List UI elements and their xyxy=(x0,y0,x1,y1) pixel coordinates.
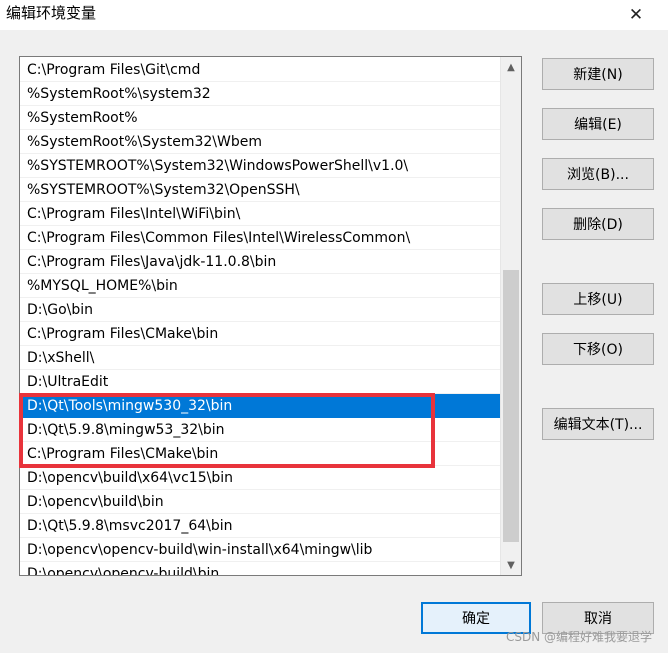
close-button[interactable]: ✕ xyxy=(618,0,654,30)
path-list-item[interactable]: %SYSTEMROOT%\System32\OpenSSH\ xyxy=(20,178,500,202)
path-list-item[interactable]: C:\Program Files\CMake\bin xyxy=(20,322,500,346)
edit-button[interactable]: 编辑(E) xyxy=(542,108,654,140)
path-list-item[interactable]: D:\xShell\ xyxy=(20,346,500,370)
path-list-item[interactable]: D:\Qt\Tools\mingw530_32\bin xyxy=(20,394,500,418)
path-list-item[interactable]: %MYSQL_HOME%\bin xyxy=(20,274,500,298)
scroll-down-icon[interactable]: ▼ xyxy=(501,555,521,575)
path-list-item[interactable]: C:\Program Files\CMake\bin xyxy=(20,442,500,466)
path-list-item[interactable]: C:\Program Files\Intel\WiFi\bin\ xyxy=(20,202,500,226)
path-list-item[interactable]: C:\Program Files\Java\jdk-11.0.8\bin xyxy=(20,250,500,274)
path-list-item[interactable]: D:\Qt\5.9.8\mingw53_32\bin xyxy=(20,418,500,442)
move-up-button[interactable]: 上移(U) xyxy=(542,283,654,315)
path-list-item[interactable]: D:\opencv\opencv-build\bin xyxy=(20,562,500,575)
browse-button[interactable]: 浏览(B)... xyxy=(542,158,654,190)
path-list[interactable]: C:\Program Files\Git\cmd %SystemRoot%\sys… xyxy=(19,56,522,576)
watermark: CSDN @编程好难我要退学 xyxy=(505,630,652,644)
move-down-button[interactable]: 下移(O) xyxy=(542,333,654,365)
scroll-up-icon[interactable]: ▲ xyxy=(501,57,521,77)
path-list-item[interactable]: D:\UltraEdit xyxy=(20,370,500,394)
path-list-item[interactable]: C:\Program Files\Common Files\Intel\Wire… xyxy=(20,226,500,250)
path-list-item[interactable]: D:\Go\bin xyxy=(20,298,500,322)
scroll-thumb[interactable] xyxy=(503,270,519,542)
new-button[interactable]: 新建(N) xyxy=(542,58,654,90)
path-list-item[interactable]: %SystemRoot%\System32\Wbem xyxy=(20,130,500,154)
edit-text-button[interactable]: 编辑文本(T)... xyxy=(542,408,654,440)
path-list-item[interactable]: D:\Qt\5.9.8\msvc2017_64\bin xyxy=(20,514,500,538)
path-list-item[interactable]: D:\opencv\opencv-build\win-install\x64\m… xyxy=(20,538,500,562)
path-list-item[interactable]: C:\Program Files\Git\cmd xyxy=(20,58,500,82)
title-bar: 编辑环境变量 ✕ xyxy=(0,0,668,30)
vertical-scrollbar[interactable]: ▲ ▼ xyxy=(500,57,521,575)
path-list-item[interactable]: %SYSTEMROOT%\System32\WindowsPowerShell\… xyxy=(20,154,500,178)
path-list-rows: C:\Program Files\Git\cmd %SystemRoot%\sys… xyxy=(20,58,500,575)
path-list-item[interactable]: D:\opencv\build\bin xyxy=(20,490,500,514)
window-title: 编辑环境变量 xyxy=(6,4,97,22)
path-list-item[interactable]: %SystemRoot%\system32 xyxy=(20,82,500,106)
path-list-item[interactable]: D:\opencv\build\x64\vc15\bin xyxy=(20,466,500,490)
delete-button[interactable]: 删除(D) xyxy=(542,208,654,240)
path-list-item[interactable]: %SystemRoot% xyxy=(20,106,500,130)
close-icon: ✕ xyxy=(628,5,644,25)
